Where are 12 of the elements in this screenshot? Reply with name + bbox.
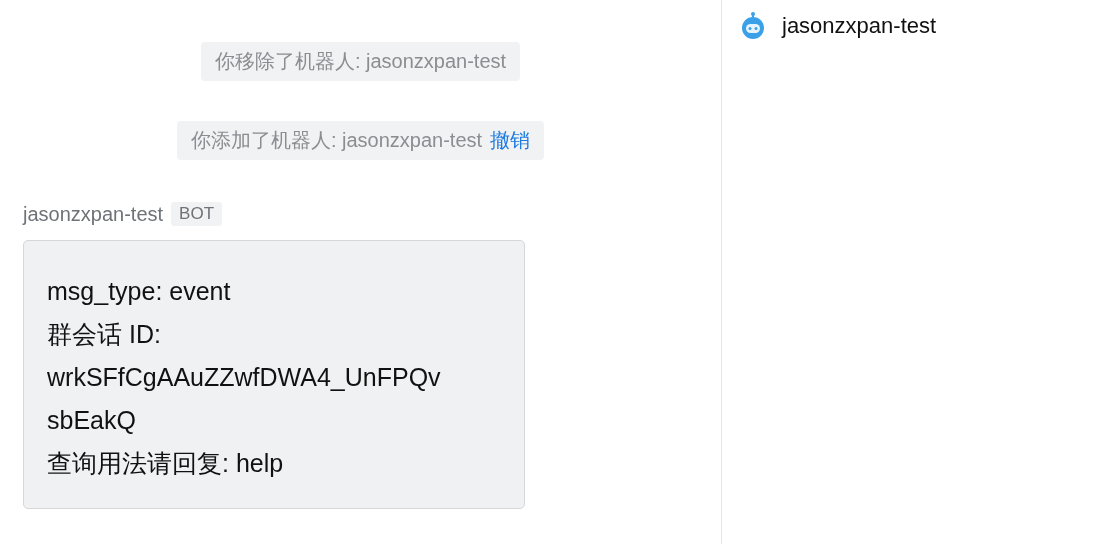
bot-tag: BOT (171, 202, 223, 226)
message-line: 群会话 ID: (47, 319, 162, 350)
member-name: jasonzxpan-test (782, 13, 937, 39)
message-line: msg_type: event (47, 276, 232, 307)
notice-text: 你添加了机器人: jasonzxpan-test (190, 128, 483, 153)
undo-link[interactable]: 撤销 (490, 127, 531, 154)
notice-text: 你移除了机器人: jasonzxpan-test (214, 49, 507, 74)
message-line: sbEakQ (47, 405, 137, 436)
member-item[interactable]: jasonzxpan-test (738, 11, 1114, 41)
message-line: 查询用法请回复: help (47, 448, 285, 479)
sender-name: jasonzxpan-test (23, 202, 164, 226)
message-line: wrkSFfCgAAuZZwfDWA4_UnFPQv (47, 362, 442, 393)
